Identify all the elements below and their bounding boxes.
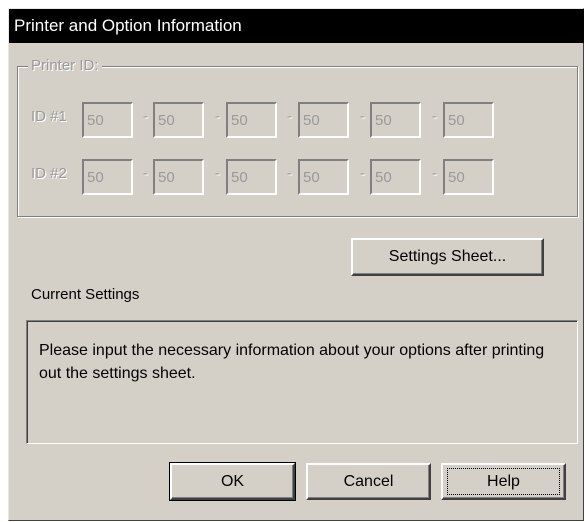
ok-button[interactable]: OK xyxy=(169,462,296,501)
id2-field-5[interactable] xyxy=(370,159,421,195)
id2-separator-4: - xyxy=(360,165,365,182)
cancel-button[interactable]: Cancel xyxy=(306,463,431,500)
id2-separator-5: - xyxy=(432,165,437,182)
id2-field-4[interactable] xyxy=(298,159,349,195)
id2-field-2[interactable] xyxy=(153,159,204,195)
printer-id-group-label: Printer ID: xyxy=(28,58,102,74)
id2-field-1[interactable] xyxy=(82,159,133,195)
id1-separator-5: - xyxy=(432,108,437,125)
id1-label: ID #1 xyxy=(31,108,67,125)
id1-field-5[interactable] xyxy=(370,102,421,138)
id1-separator-3: - xyxy=(287,108,292,125)
id2-label: ID #2 xyxy=(31,165,67,182)
current-settings-box: Please input the necessary information a… xyxy=(26,320,578,444)
id2-field-3[interactable] xyxy=(226,159,277,195)
dialog-title: Printer and Option Information xyxy=(9,9,584,43)
id2-separator-3: - xyxy=(287,165,292,182)
id1-field-1[interactable] xyxy=(82,102,133,138)
id1-field-3[interactable] xyxy=(226,102,277,138)
settings-sheet-button[interactable]: Settings Sheet... xyxy=(351,238,544,276)
id1-field-4[interactable] xyxy=(298,102,349,138)
id2-separator-2: - xyxy=(215,165,220,182)
id1-field-2[interactable] xyxy=(153,102,204,138)
current-settings-label: Current Settings xyxy=(31,286,140,303)
id1-field-6[interactable] xyxy=(443,102,494,138)
id1-separator-4: - xyxy=(360,108,365,125)
current-settings-text: Please input the necessary information a… xyxy=(39,342,545,382)
id1-separator-1: - xyxy=(143,108,148,125)
help-focus-rect xyxy=(447,468,560,495)
id2-field-6[interactable] xyxy=(443,159,494,195)
id1-separator-2: - xyxy=(215,108,220,125)
id2-separator-1: - xyxy=(143,165,148,182)
